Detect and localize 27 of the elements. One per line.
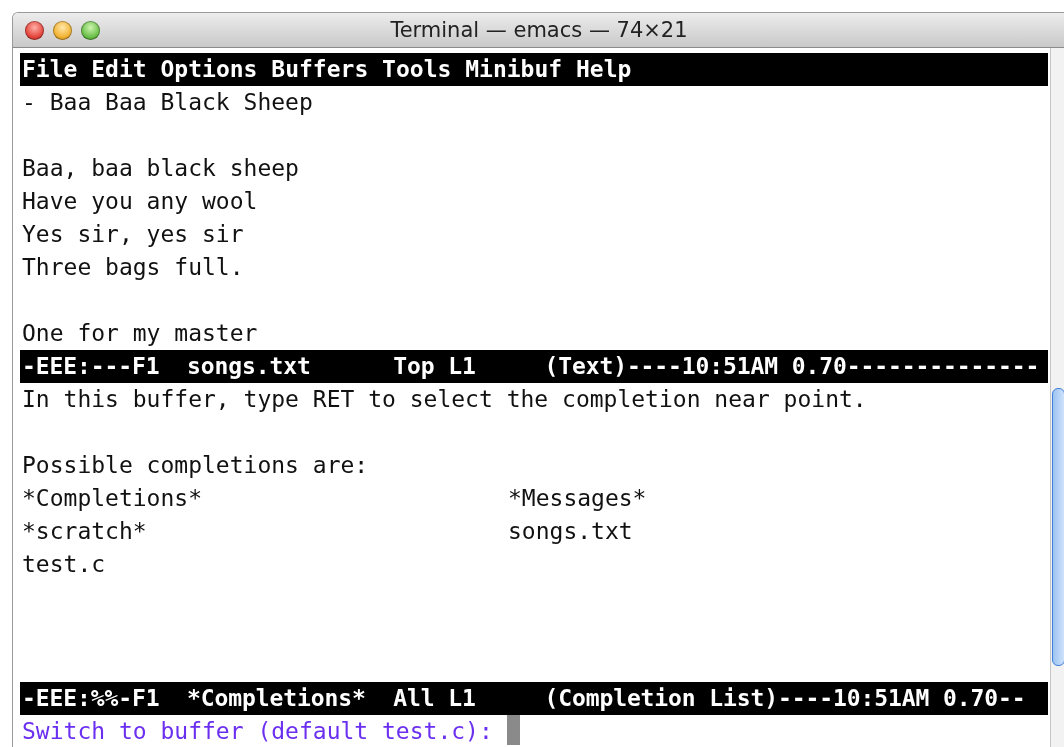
- zoom-icon[interactable]: [81, 20, 100, 40]
- buffer-line: Have you any wool: [21, 187, 258, 216]
- window-title: Terminal — emacs — 74×21: [389, 18, 689, 42]
- menu-item[interactable]: Edit: [91, 53, 147, 86]
- text-cursor: [506, 715, 520, 745]
- completion-item[interactable]: *Messages*: [508, 482, 1048, 515]
- completion-item[interactable]: songs.txt: [508, 515, 1048, 548]
- menu-item[interactable]: Minibuf: [465, 53, 563, 86]
- buffer-line: - Baa Baa Black Sheep: [21, 88, 313, 117]
- buffer-line: Baa, baa black sheep: [21, 154, 299, 183]
- completion-item[interactable]: *scratch*: [22, 515, 508, 548]
- help-text: In this buffer, type RET to select the completion near point.: [21, 385, 867, 414]
- buffer-line: Three bags full.: [21, 253, 244, 282]
- minimize-icon[interactable]: [53, 20, 72, 40]
- completion-item[interactable]: test.c: [22, 548, 508, 581]
- buffer-line: Yes sir, yes sir: [21, 220, 244, 249]
- scrollbar-thumb[interactable]: [1052, 388, 1064, 666]
- minibuffer-prompt: Switch to buffer (default test.c):: [21, 717, 493, 746]
- menu-item[interactable]: Buffers: [271, 53, 369, 86]
- menu-item[interactable]: Help: [576, 53, 632, 86]
- completions-header: Possible completions are:: [21, 451, 369, 480]
- buffer-line: One for my master: [21, 319, 258, 348]
- close-icon[interactable]: [25, 20, 44, 40]
- completion-item[interactable]: *Completions*: [22, 482, 508, 515]
- menu-item[interactable]: Options: [160, 53, 258, 86]
- menu-item[interactable]: Tools: [382, 53, 452, 86]
- menu-item[interactable]: File: [22, 53, 78, 86]
